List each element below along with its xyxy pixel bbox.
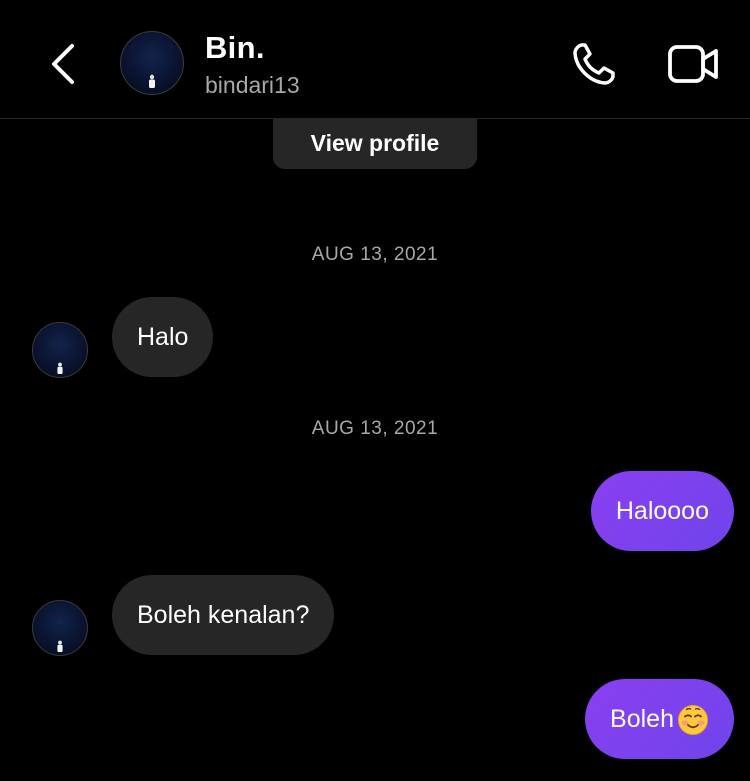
back-button[interactable] — [40, 40, 86, 88]
message-bubble-outgoing[interactable]: Haloooo — [590, 471, 734, 551]
chat-header: Bin. bindari13 — [0, 0, 750, 119]
voice-call-button[interactable] — [570, 40, 620, 88]
contact-name[interactable]: Bin. — [205, 30, 265, 66]
avatar[interactable] — [120, 31, 184, 95]
smiling-face-icon — [678, 705, 708, 735]
avatar-figure-image — [57, 640, 63, 652]
message-text: Halo — [137, 322, 189, 351]
date-separator: AUG 13, 2021 — [311, 244, 439, 265]
contact-username[interactable]: bindari13 — [205, 72, 300, 99]
avatar-figure-image — [149, 74, 155, 88]
date-separator: AUG 13, 2021 — [311, 418, 439, 439]
message-bubble-incoming[interactable]: Boleh kenalan? — [112, 575, 335, 655]
video-camera-icon — [668, 45, 718, 83]
message-text: Boleh kenalan? — [137, 600, 310, 629]
avatar[interactable] — [32, 322, 88, 378]
message-text: Boleh — [610, 704, 674, 733]
message-bubble-incoming[interactable]: Halo — [112, 297, 214, 377]
message-text: Haloooo — [615, 496, 709, 525]
avatar-figure-image — [57, 362, 63, 374]
phone-icon — [573, 43, 615, 85]
avatar[interactable] — [32, 600, 88, 656]
message-bubble-outgoing[interactable]: Boleh — [585, 679, 734, 759]
back-chevron-icon — [52, 44, 74, 84]
video-call-button[interactable] — [666, 42, 720, 86]
